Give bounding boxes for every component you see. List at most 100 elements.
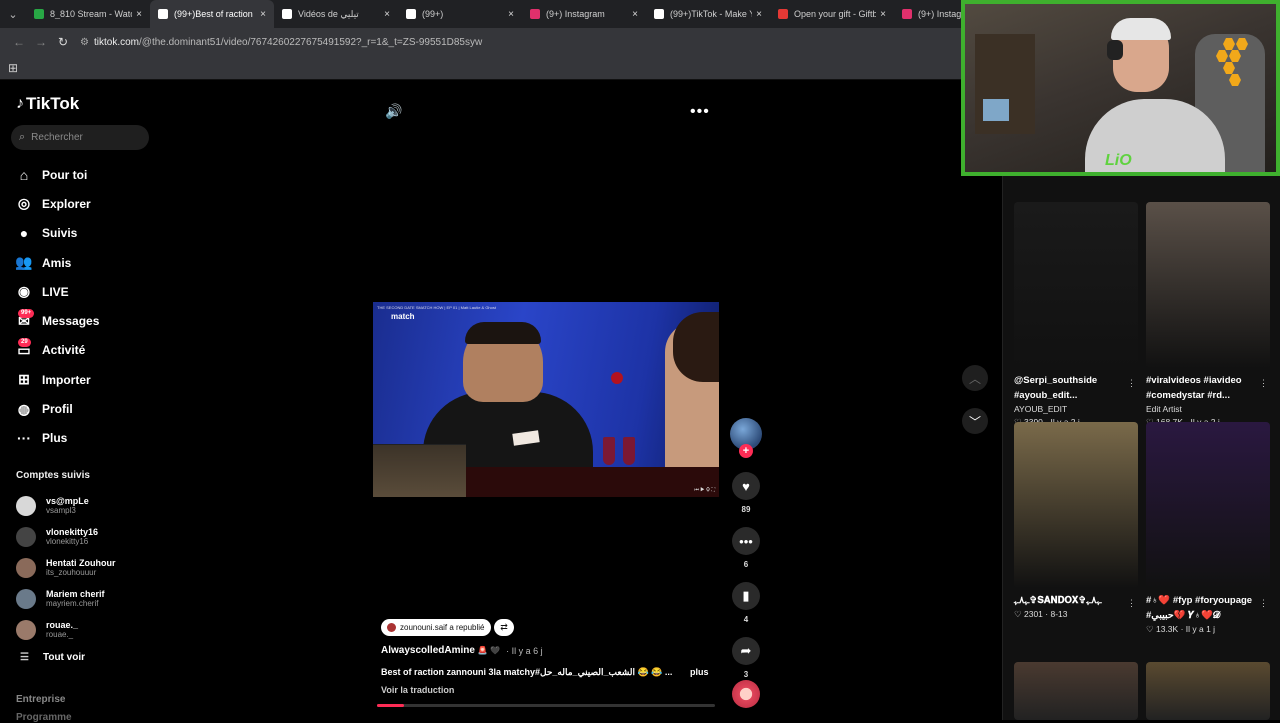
- tab-close-icon[interactable]: ×: [384, 9, 390, 20]
- sidebar-item-live[interactable]: ◉ LIVE: [14, 277, 99, 306]
- reload-icon[interactable]: ↻: [52, 35, 74, 49]
- followed-account[interactable]: Hentati Zouhour its_zouhouuur: [16, 552, 116, 583]
- video-title[interactable]: @Serpi_southside #ayoub_edit...: [1014, 373, 1129, 403]
- followed-account[interactable]: vlonekitty16 vlonekitty16: [16, 521, 116, 552]
- recommended-video[interactable]: @Serpi_southside #ayoub_edit... ⋮ AYOUB_ED…: [1014, 202, 1138, 429]
- browser-tab[interactable]: (99+)TikTok - Make Y ×: [646, 0, 770, 28]
- heart-icon[interactable]: ♥: [732, 472, 760, 500]
- next-video-button[interactable]: ﹀: [962, 408, 988, 434]
- tab-favicon-icon: [902, 9, 912, 19]
- tab-close-icon[interactable]: ×: [632, 9, 638, 20]
- recommended-video[interactable]: [1014, 662, 1138, 720]
- see-all-link[interactable]: ☰ Tout voir: [20, 652, 85, 663]
- volume-icon[interactable]: 🔊: [385, 103, 402, 120]
- tab-search-icon[interactable]: ⌄: [0, 8, 26, 21]
- footer-program-link[interactable]: Programme: [16, 712, 72, 723]
- video-thumbnail[interactable]: [1146, 202, 1270, 368]
- followed-account[interactable]: vs@mpLe vsampl3: [16, 490, 116, 521]
- sidebar-item-friends[interactable]: 👥 Amis: [14, 248, 99, 277]
- video-thumbnail[interactable]: [1146, 662, 1270, 720]
- search-input[interactable]: [31, 132, 132, 143]
- recommended-video[interactable]: [1146, 662, 1270, 720]
- sidebar-item-activity[interactable]: ▭ 29 Activité: [14, 336, 99, 365]
- more-vertical-icon[interactable]: ⋮: [1127, 378, 1136, 389]
- video-thumbnail[interactable]: [1014, 662, 1138, 720]
- video-thumbnail[interactable]: [1146, 422, 1270, 588]
- back-icon[interactable]: ←: [8, 35, 30, 49]
- comment-count: 6: [743, 560, 749, 569]
- address-bar[interactable]: ⚙ tiktok.com/@the.dominant51/video/76742…: [80, 37, 482, 48]
- more-link[interactable]: plus: [690, 667, 709, 677]
- more-options-icon[interactable]: •••: [690, 103, 710, 121]
- forward-icon[interactable]: →: [30, 35, 52, 49]
- tab-title: Vidéos de تيليي: [298, 8, 359, 19]
- follow-plus-icon[interactable]: +: [739, 444, 753, 458]
- tab-favicon-icon: [282, 9, 292, 19]
- previous-video-button[interactable]: ︿: [962, 365, 988, 391]
- video-likes: 13.3K: [1155, 624, 1179, 634]
- sidebar-item-label: LIVE: [42, 284, 69, 299]
- apps-grid-icon[interactable]: ⊞: [8, 61, 18, 75]
- video-thumbnail[interactable]: [1014, 202, 1138, 368]
- video-player[interactable]: THE SECOND DATE SMATCH HOW | EP 01 | Mat…: [373, 302, 719, 497]
- search-box[interactable]: ⌕: [11, 125, 149, 150]
- sidebar: ♪ TikTok ⌕ ⌂ Pour toi ◎ Explorer ● Suivis 👥 Ami…: [0, 80, 160, 723]
- creator-avatar[interactable]: +: [730, 418, 762, 458]
- more-vertical-icon[interactable]: ⋮: [1127, 598, 1136, 609]
- sidebar-item-messages[interactable]: ✉ 99+ Messages: [14, 306, 99, 335]
- more-vertical-icon[interactable]: ⋮: [1259, 598, 1268, 609]
- video-title[interactable]: ـﮩ٨ـﮩ✞𝐒𝐀𝐍𝐃𝐎𝐗✞ـﮩ٨ـﮩ: [1014, 593, 1129, 608]
- tiktok-logo[interactable]: ♪ TikTok: [16, 94, 79, 114]
- account-name: Hentati Zouhour: [46, 558, 116, 568]
- followed-account[interactable]: Mariem cherif mayriem.cherif: [16, 583, 116, 614]
- recommended-video[interactable]: #♁❤️ #fyp #foryoupage #حبيبي💔 𝒀♁❤️𝓓 ⋮ ♡ 13…: [1146, 422, 1270, 636]
- avatar: [16, 526, 36, 547]
- sidebar-item-profile[interactable]: ◍ Profil: [14, 394, 99, 423]
- share-action[interactable]: ➦ 3: [730, 637, 762, 680]
- video-thumbnail[interactable]: [1014, 422, 1138, 588]
- video-wine-glass: [603, 437, 615, 465]
- video-progress-bar[interactable]: [377, 704, 715, 707]
- tab-close-icon[interactable]: ×: [508, 9, 514, 20]
- more-vertical-icon[interactable]: ⋮: [1259, 378, 1268, 389]
- browser-tab[interactable]: (99+) ×: [398, 0, 522, 28]
- translate-link[interactable]: Voir la traduction: [381, 685, 454, 695]
- tab-close-icon[interactable]: ×: [136, 9, 142, 20]
- repost-icon[interactable]: ⇄: [494, 619, 514, 636]
- like-action[interactable]: ♥ 89: [730, 472, 762, 515]
- video-title[interactable]: #♁❤️ #fyp #foryoupage #حبيبي💔 𝒀♁❤️𝓓: [1146, 593, 1261, 623]
- browser-tab[interactable]: 8_810 Stream - Watch ×: [26, 0, 150, 28]
- browser-tab[interactable]: Vidéos de تيليي ×: [274, 0, 398, 28]
- tab-close-icon[interactable]: ×: [260, 9, 266, 20]
- tab-close-icon[interactable]: ×: [756, 9, 762, 20]
- sidebar-item-upload[interactable]: ⊞ Importer: [14, 365, 99, 394]
- followed-account[interactable]: rouae._ rouae._: [16, 614, 116, 645]
- tab-close-icon[interactable]: ×: [880, 9, 886, 20]
- recommended-video[interactable]: #viralvideos #iavideo #comedystar #rd...…: [1146, 202, 1270, 429]
- sidebar-item-compass[interactable]: ◎ Explorer: [14, 189, 99, 218]
- save-action[interactable]: ▮ 4: [730, 582, 762, 625]
- browser-tab[interactable]: Open your gift - Giftb ×: [770, 0, 894, 28]
- avatar: [16, 495, 36, 516]
- sidebar-item-following-avatar[interactable]: ● Suivis: [14, 219, 99, 248]
- sidebar-item-home[interactable]: ⌂ Pour toi: [14, 160, 99, 189]
- notification-badge: 29: [18, 338, 31, 348]
- video-title[interactable]: #viralvideos #iavideo #comedystar #rd...: [1146, 373, 1261, 403]
- author-name[interactable]: AlwayscolledAmine: [381, 645, 475, 656]
- recommended-video[interactable]: ـﮩ٨ـﮩ✞𝐒𝐀𝐍𝐃𝐎𝐗✞ـﮩ٨ـﮩ ⋮ ♡ 2301 · 8-13: [1014, 422, 1138, 621]
- site-info-icon[interactable]: ⚙: [80, 37, 94, 48]
- video-time: Il y a 1 j: [1185, 624, 1216, 634]
- comment-action[interactable]: ••• 6: [730, 527, 762, 570]
- sidebar-item-more[interactable]: ··· Plus: [14, 424, 99, 453]
- video-author[interactable]: Edit Artist: [1146, 403, 1270, 416]
- footer-company-link[interactable]: Entreprise: [16, 694, 65, 705]
- more-icon: ···: [17, 430, 31, 447]
- music-disc-icon[interactable]: [732, 680, 760, 708]
- bookmark-icon[interactable]: ▮: [732, 582, 760, 610]
- comment-icon[interactable]: •••: [732, 527, 760, 555]
- browser-tab[interactable]: (9+) Instagram ×: [522, 0, 646, 28]
- browser-tab[interactable]: (99+)Best of raction ×: [150, 0, 274, 28]
- video-author[interactable]: AYOUB_EDIT: [1014, 403, 1138, 416]
- repost-badge[interactable]: zounouni.saif a republié: [381, 619, 491, 636]
- share-icon[interactable]: ➦: [732, 637, 760, 665]
